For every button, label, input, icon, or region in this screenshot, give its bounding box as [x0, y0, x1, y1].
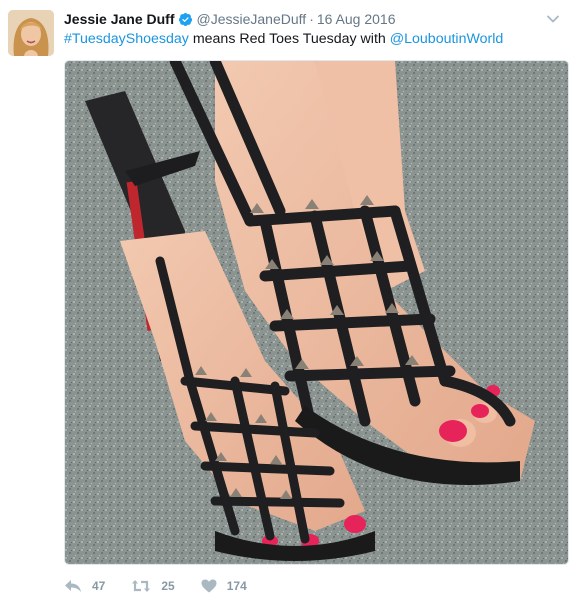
hashtag-link[interactable]: #TuesdayShoesday	[64, 31, 189, 47]
mention-link[interactable]: @LouboutinWorld	[390, 31, 504, 47]
tweet-header: Jessie Jane Duff @JessieJaneDuff · 16 Aug 2…	[64, 9, 534, 29]
tweet-photo[interactable]	[64, 60, 569, 565]
retweet-count: 25	[161, 579, 175, 593]
retweet-button[interactable]: 25	[131, 579, 175, 593]
header-separator: ·	[309, 11, 314, 27]
tweet-date[interactable]: 16 Aug 2016	[317, 11, 396, 27]
like-count: 174	[226, 579, 247, 593]
reply-count: 47	[92, 579, 106, 593]
author-name[interactable]: Jessie Jane Duff	[64, 11, 175, 27]
retweet-icon	[132, 580, 151, 592]
reply-icon	[65, 580, 81, 592]
tweet-text: #TuesdayShoesday means Red Toes Tuesday …	[64, 29, 564, 49]
author-handle[interactable]: @JessieJaneDuff	[197, 11, 307, 27]
like-heart-icon	[201, 579, 217, 593]
author-avatar[interactable]	[8, 10, 54, 56]
tweet-actions: 47 25 174	[64, 576, 273, 596]
tweet-text-middle: means Red Toes Tuesday with	[188, 31, 390, 47]
like-button[interactable]: 174	[201, 579, 247, 593]
reply-button[interactable]: 47	[64, 579, 105, 593]
tweet-card[interactable]: Jessie Jane Duff @JessieJaneDuff · 16 Aug 2…	[0, 0, 574, 604]
caret-down-icon[interactable]	[546, 12, 560, 26]
